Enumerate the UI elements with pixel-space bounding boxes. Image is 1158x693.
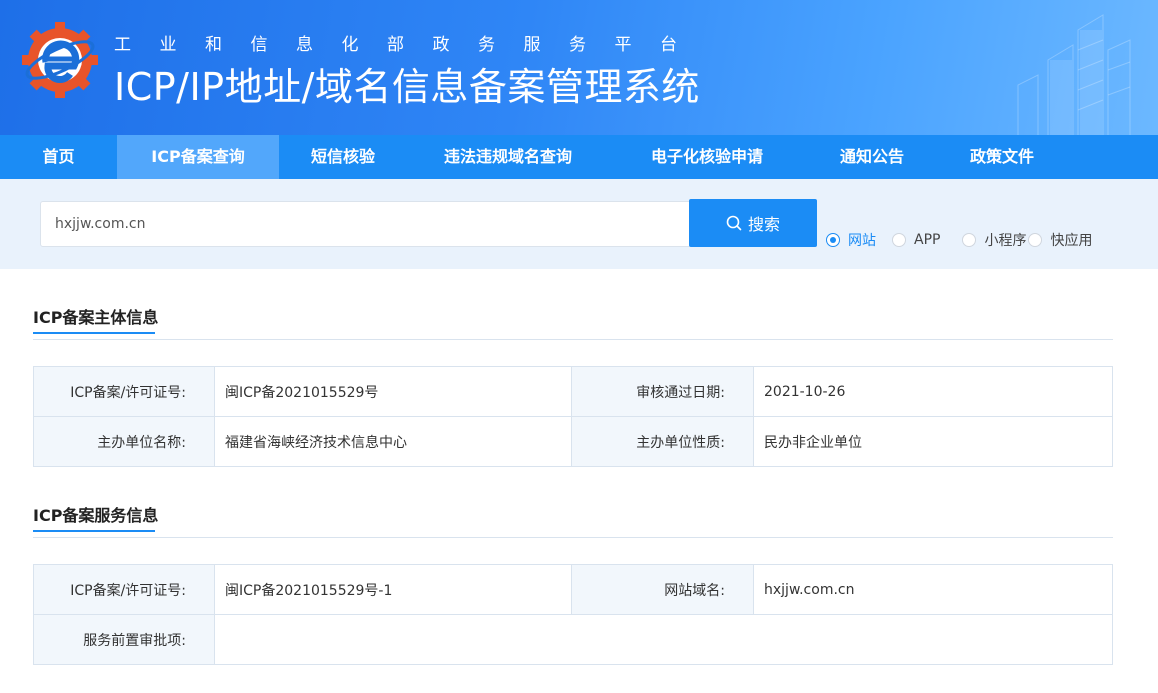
table-row: 主办单位名称: 福建省海峡经济技术信息中心 主办单位性质: 民办非企业单位 <box>33 416 1113 467</box>
search-icon <box>726 215 742 231</box>
approval-date-label: 审核通过日期: <box>571 366 754 417</box>
nav-item-policy-files[interactable]: 政策文件 <box>939 135 1065 179</box>
nav-item-sms-verify[interactable]: 短信核验 <box>279 135 407 179</box>
radio-quick-app[interactable]: 快应用 <box>1028 230 1092 250</box>
table-row: 服务前置审批项: <box>33 614 1113 665</box>
domain-label: 网站域名: <box>571 564 754 615</box>
pre-approval-label: 服务前置审批项: <box>33 614 215 665</box>
radio-website[interactable]: 网站 <box>826 230 876 250</box>
nav-item-notices[interactable]: 通知公告 <box>805 135 939 179</box>
org-nature-value: 民办非企业单位 <box>753 416 1113 467</box>
service-license-value: 闽ICP备2021015529号-1 <box>214 564 572 615</box>
section-underline <box>33 530 155 532</box>
table-row: ICP备案/许可证号: 闽ICP备2021015529号-1 网站域名: hxj… <box>33 564 1113 615</box>
search-input[interactable] <box>40 201 690 247</box>
section-underline <box>33 332 155 334</box>
platform-subtitle: 工业和信息化部政务服务平台 <box>114 35 706 55</box>
service-info-title: ICP备案服务信息 <box>33 502 158 532</box>
license-value: 闽ICP备2021015529号 <box>214 366 572 417</box>
org-nature-label: 主办单位性质: <box>571 416 754 467</box>
service-info-table: ICP备案/许可证号: 闽ICP备2021015529号-1 网站域名: hxj… <box>33 564 1113 665</box>
search-type-group: 网站 APP 小程序 快应用 <box>826 230 1092 250</box>
radio-unchecked-icon <box>892 233 906 247</box>
radio-unchecked-icon <box>1028 233 1043 247</box>
search-button-label: 搜索 <box>747 215 780 234</box>
nav-item-icp-query[interactable]: ICP备案查询 <box>117 135 279 179</box>
radio-app[interactable]: APP <box>892 232 940 248</box>
nav-item-electronic-verify[interactable]: 电子化核验申请 <box>609 135 805 179</box>
table-row: ICP备案/许可证号: 闽ICP备2021015529号 审核通过日期: 202… <box>33 366 1113 417</box>
header-banner: 工业和信息化部政务服务平台 ICP/IP地址/域名信息备案管理系统 <box>0 0 1158 135</box>
domain-value: hxjjw.com.cn <box>753 564 1113 615</box>
service-license-label: ICP备案/许可证号: <box>33 564 215 615</box>
pre-approval-value <box>214 614 1113 665</box>
search-button[interactable]: 搜索 <box>689 199 817 247</box>
org-name-value: 福建省海峡经济技术信息中心 <box>214 416 572 467</box>
radio-unchecked-icon <box>962 233 977 247</box>
approval-date-value: 2021-10-26 <box>753 366 1113 417</box>
radio-mini-program[interactable]: 小程序 <box>962 230 1026 250</box>
system-title: ICP/IP地址/域名信息备案管理系统 <box>114 65 700 109</box>
search-area: 搜索 网站 APP 小程序 快应用 <box>0 179 1158 269</box>
section-divider <box>33 339 1113 340</box>
license-label: ICP备案/许可证号: <box>33 366 215 417</box>
org-name-label: 主办单位名称: <box>33 416 215 467</box>
radio-checked-icon <box>826 233 840 247</box>
nav-item-illegal-domain-query[interactable]: 违法违规域名查询 <box>407 135 609 179</box>
miit-logo-icon <box>22 22 98 98</box>
main-nav: 首页 ICP备案查询 短信核验 违法违规域名查询 电子化核验申请 通知公告 政策… <box>0 135 1158 179</box>
subject-info-title: ICP备案主体信息 <box>33 304 158 334</box>
section-divider <box>33 537 1113 538</box>
subject-info-table: ICP备案/许可证号: 闽ICP备2021015529号 审核通过日期: 202… <box>33 366 1113 467</box>
nav-item-home[interactable]: 首页 <box>0 135 117 179</box>
building-decoration-icon <box>1017 14 1131 135</box>
